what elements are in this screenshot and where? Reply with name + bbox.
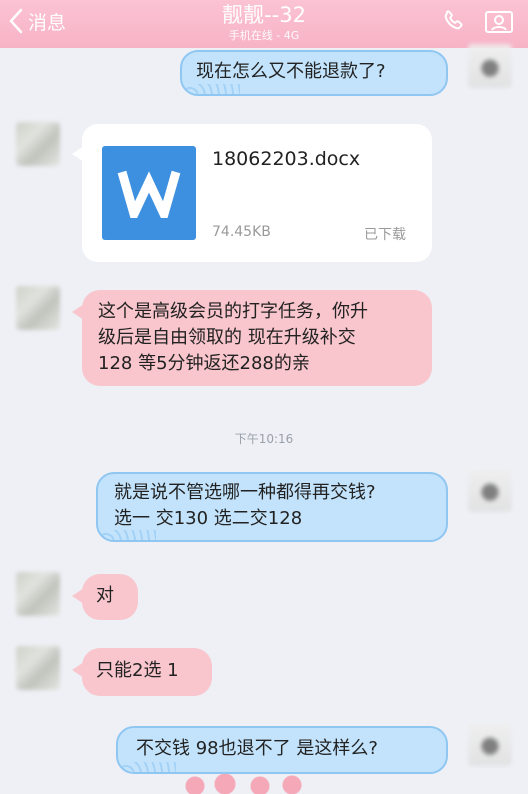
message-bubble-sent[interactable]: 就是说不管选哪一种都得再交钱? 选一 交130 选二交128 (96, 472, 448, 542)
message-bubble-received[interactable]: 只能2选 1 (72, 648, 212, 696)
message-text: 不交钱 98也退不了 是这样么? (136, 738, 378, 759)
contact-avatar[interactable] (16, 122, 60, 166)
phone-icon[interactable] (440, 8, 466, 34)
message-text-line: 选一 交130 选二交128 (114, 508, 303, 529)
message-text: 对 (96, 585, 114, 606)
file-name: 18062203.docx (212, 148, 361, 170)
message-text-line: 级后是自由领取的 现在升级补交 (98, 327, 356, 348)
message-bubble-sent[interactable]: 现在怎么又不能退款了? (180, 50, 448, 96)
my-avatar[interactable] (468, 722, 512, 766)
file-download-status: 已下载 (364, 227, 406, 243)
word-document-icon (102, 146, 196, 240)
message-text: 现在怎么又不能退款了? (196, 61, 386, 82)
file-message-card[interactable]: 18062203.docx 74.45KB 已下载 (72, 124, 432, 262)
message-text-line: 128 等5分钟返还288的亲 (98, 353, 310, 374)
message-bubble-sent[interactable]: 不交钱 98也退不了 是这样么? (116, 726, 448, 774)
message-text: 只能2选 1 (96, 660, 179, 681)
message-text-line: 就是说不管选哪一种都得再交钱? (114, 482, 376, 503)
message-bubble-received[interactable]: 对 (72, 574, 138, 620)
message-bubble-received[interactable]: 这个是高级会员的打字任务，你升 级后是自由领取的 现在升级补交 128 等5分钟… (72, 290, 432, 386)
message-timestamp: 下午10:16 (234, 432, 294, 446)
file-size: 74.45KB (212, 224, 271, 240)
contact-avatar[interactable] (16, 646, 60, 690)
profile-card-icon[interactable] (484, 8, 514, 36)
contact-avatar[interactable] (16, 572, 60, 616)
chat-header: 消息 靓靓--32 手机在线 - 4G (0, 0, 528, 48)
my-avatar[interactable] (468, 468, 512, 512)
bubble-decoration (180, 774, 310, 794)
my-avatar[interactable] (468, 44, 512, 88)
message-text-line: 这个是高级会员的打字任务，你升 (98, 301, 368, 322)
contact-avatar[interactable] (16, 286, 60, 330)
